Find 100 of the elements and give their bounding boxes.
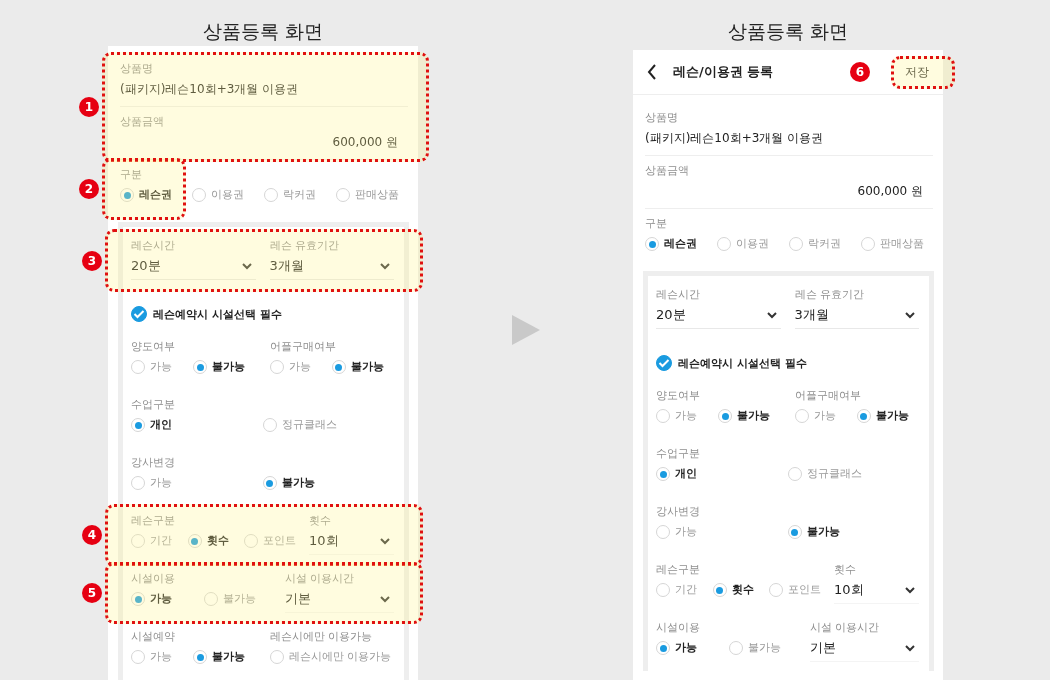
dropdown-field[interactable]: 3개월	[269, 257, 394, 280]
checkbox[interactable]	[131, 306, 147, 322]
radio-button[interactable]	[269, 360, 284, 374]
dropdown-field[interactable]: 10회	[834, 581, 919, 604]
text-field[interactable]: (패키지)레슨10회+3개월 이용권	[120, 80, 408, 98]
text-field[interactable]: 600,000 원	[645, 182, 933, 200]
radio-button[interactable]	[262, 418, 277, 432]
radio-label: 정규클래스	[806, 466, 862, 482]
radio-label: 불가능	[212, 649, 246, 665]
group-label: 레슨시에만 이용가능	[269, 630, 373, 643]
field-label: 횟수	[834, 563, 857, 576]
radio-button[interactable]	[787, 525, 802, 539]
field-label: 시설 이용시간	[809, 621, 881, 634]
chevron-down-icon	[766, 311, 777, 319]
radio-label: 가능	[150, 475, 172, 491]
dropdown-field[interactable]: 10회	[309, 532, 394, 555]
radio-label: 가능	[675, 640, 697, 656]
group-label: 레슨구분	[131, 514, 176, 527]
radio-button[interactable]	[193, 360, 208, 374]
field-label: 레슨 유효기간	[794, 288, 865, 301]
radio-label: 횟수	[206, 533, 229, 549]
group-label: 수업구분	[656, 447, 701, 460]
checkbox-label: 레슨예약시 시설선택 필수	[153, 306, 282, 322]
chevron-down-icon	[905, 644, 915, 652]
dropdown-field[interactable]: 기본	[809, 639, 919, 662]
radio-label: 판매상품	[880, 236, 924, 252]
dropdown-field[interactable]: 3개월	[794, 306, 919, 329]
radio-button[interactable]	[331, 360, 346, 374]
radio-button[interactable]	[131, 418, 145, 432]
radio-button[interactable]	[656, 641, 670, 655]
radio-button[interactable]	[120, 188, 134, 202]
radio-label: 개인	[675, 466, 697, 482]
chevron-down-icon	[241, 262, 252, 270]
radio-label: 불가능	[806, 524, 840, 540]
step-badge: 2	[79, 179, 99, 199]
radio-label: 이용권	[736, 236, 769, 252]
field-label: 상품명	[120, 62, 154, 75]
radio-button[interactable]	[656, 409, 670, 423]
radio-label: 개인	[150, 417, 172, 433]
radio-button[interactable]	[728, 641, 743, 655]
radio-button[interactable]	[718, 409, 733, 423]
radio-label: 가능	[675, 524, 697, 540]
group-label: 수업구분	[131, 398, 176, 411]
radio-label: 이용권	[211, 187, 244, 203]
checkbox[interactable]	[656, 355, 672, 371]
dropdown-field[interactable]: 기본	[284, 590, 394, 613]
dropdown-field[interactable]: 20분	[656, 306, 781, 329]
step-badge: 4	[82, 525, 102, 545]
chevron-down-icon	[905, 586, 915, 594]
radio-button[interactable]	[645, 237, 659, 251]
radio-button[interactable]	[769, 583, 784, 597]
radio-button[interactable]	[269, 650, 284, 664]
group-label: 구분	[120, 168, 143, 181]
radio-button[interactable]	[193, 650, 208, 664]
radio-button[interactable]	[656, 583, 670, 597]
radio-button[interactable]	[787, 467, 802, 481]
radio-button[interactable]	[789, 237, 803, 251]
radio-button[interactable]	[794, 409, 809, 423]
radio-label: 기간	[675, 582, 697, 598]
step-badge: 3	[82, 250, 102, 271]
radio-label: 정규클래스	[281, 417, 337, 433]
text-field[interactable]: 600,000 원	[120, 133, 408, 151]
radio-label: 불가능	[222, 591, 256, 607]
radio-label: 레슨권	[139, 187, 172, 203]
radio-button[interactable]	[861, 237, 875, 251]
radio-label: 포인트	[788, 582, 822, 598]
radio-button[interactable]	[192, 188, 206, 202]
radio-label: 가능	[288, 359, 311, 375]
radio-button[interactable]	[656, 525, 670, 539]
radio-label: 가능	[813, 408, 836, 424]
radio-button[interactable]	[131, 650, 145, 664]
radio-button[interactable]	[244, 534, 259, 548]
radio-label: 포인트	[263, 533, 297, 549]
radio-button[interactable]	[131, 476, 145, 490]
dropdown-field[interactable]: 20분	[131, 257, 256, 280]
radio-button[interactable]	[203, 592, 218, 606]
group-label: 양도여부	[656, 389, 701, 402]
radio-button[interactable]	[131, 592, 145, 606]
chevron-down-icon	[380, 262, 390, 270]
chevron-down-icon	[380, 537, 390, 545]
field-label: 레슨시간	[656, 288, 701, 301]
radio-button[interactable]	[262, 476, 277, 490]
field-label: 레슨시간	[131, 239, 176, 252]
radio-button[interactable]	[717, 237, 731, 251]
radio-button[interactable]	[131, 360, 145, 374]
screen-title: 상품등록 화면	[726, 19, 849, 44]
screen-title: 상품등록 화면	[201, 19, 324, 44]
group-label: 어플구매여부	[794, 389, 862, 402]
radio-button[interactable]	[856, 409, 871, 423]
group-label: 시설예약	[131, 630, 176, 643]
save-button[interactable]: 저장	[891, 53, 943, 91]
back-icon[interactable]	[647, 64, 657, 80]
radio-button[interactable]	[712, 583, 727, 597]
radio-button[interactable]	[264, 188, 278, 202]
radio-button[interactable]	[656, 467, 670, 481]
text-field[interactable]: (패키지)레슨10회+3개월 이용권	[645, 129, 933, 147]
radio-button[interactable]	[131, 534, 145, 548]
radio-button[interactable]	[336, 188, 350, 202]
step-badge: 1	[79, 97, 99, 117]
radio-button[interactable]	[187, 534, 202, 548]
